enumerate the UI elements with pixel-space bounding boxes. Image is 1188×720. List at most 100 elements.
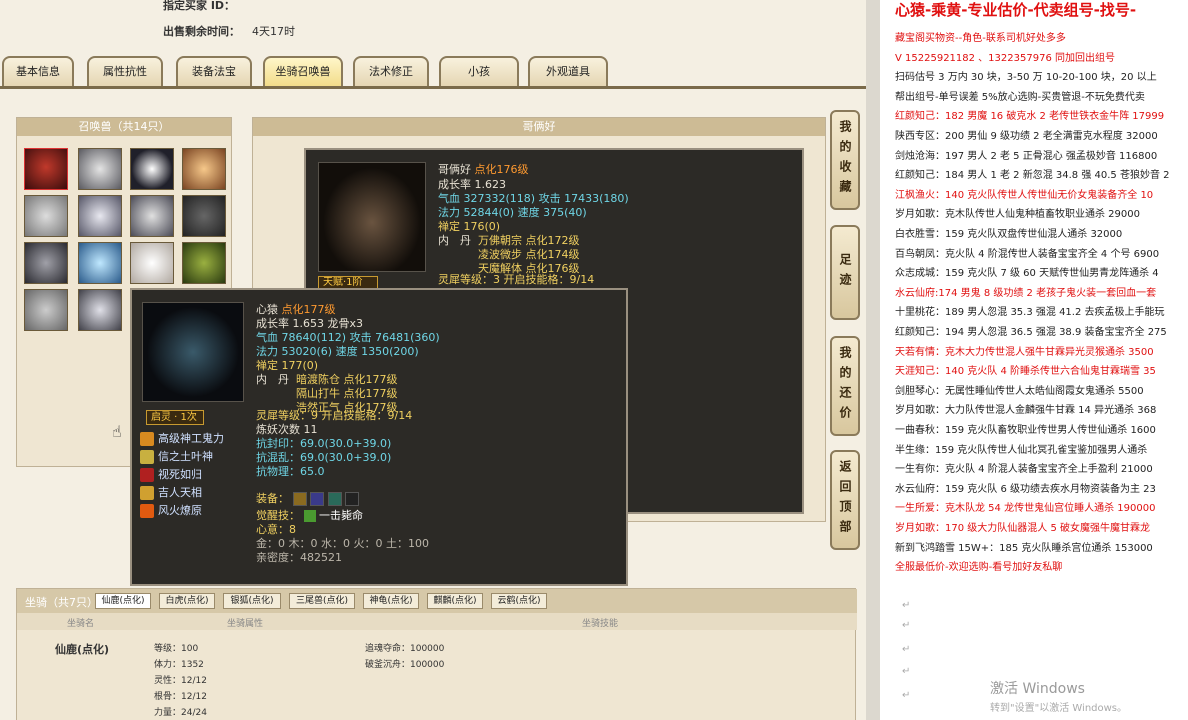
pet-slot[interactable]: [24, 242, 68, 284]
back-to-top-button[interactable]: 返回顶部: [830, 450, 860, 550]
equip-slot-icon: [345, 492, 359, 506]
juexing-icon: [303, 510, 316, 522]
tt-front-header: 心猿 点化177级: [256, 303, 336, 316]
tt-back-header: 哥俩好 点化176级: [438, 163, 529, 176]
doc-line: 藏宝阁买物资--角色-联系司机好处多多: [895, 33, 1066, 44]
col-mount-skill: 坐骑技能: [582, 619, 619, 629]
skill-icon: [140, 450, 154, 464]
tt-back-neidan: 凌波微步 点化174级: [478, 248, 580, 261]
col-mount-name: 坐骑名: [67, 619, 95, 629]
skill-item: 吉人天相: [140, 484, 202, 501]
mount-header: 坐骑（共7只）: [25, 596, 98, 609]
skill-icon: [140, 486, 154, 500]
pet-slot[interactable]: [78, 289, 122, 331]
tab-attr-resist[interactable]: 属性抗性: [87, 56, 163, 86]
activation-watermark-sub: 转到"设置"以激活 Windows。: [990, 703, 1128, 714]
tt-front-mp: 法力 53020(6) 速度 1350(200): [256, 345, 419, 358]
pet-slot[interactable]: [78, 242, 122, 284]
doc-line: 一生有你：克火队 4 阶混人装备宝宝齐全上手盈利 21000: [895, 464, 1153, 476]
tt-front-qiling: 启灵 · 1次: [146, 410, 204, 425]
tt-front-equip: 装备：: [256, 492, 359, 506]
tt-front-wuxing: 金：0 木：0 水：0 火：0 土：100: [256, 537, 429, 550]
tab-mount-summon[interactable]: 坐骑召唤兽: [263, 56, 343, 86]
doc-line: 水云仙府:174 男鬼 8 级功绩 2 老孩子鬼火装一套回血一套: [895, 287, 1157, 299]
doc-line: 红颜知己：194 男人忽混 36.5 强混 38.9 装备宝宝齐全 275: [895, 327, 1167, 338]
paragraph-mark: ↵: [902, 666, 911, 677]
mount-attr: 等级：100: [154, 644, 199, 654]
mount-tab[interactable]: 麒麟(点化): [427, 593, 483, 609]
tt-back-neidan: 万佛朝宗 点化172级: [478, 234, 580, 247]
skill-icon: [140, 432, 154, 446]
doc-line: 全服最低价-欢迎选购-看号加好友私聊: [895, 562, 1063, 574]
tab-appearance[interactable]: 外观道具: [528, 56, 608, 86]
pet-slot[interactable]: [78, 148, 122, 190]
doc-line: 剑胆琴心：无属性睡仙传世人太皓仙阁霞女鬼通杀 5500: [895, 385, 1144, 397]
doc-line: V 15225921182 、1322357976 同加回出组号: [895, 52, 1115, 64]
tt-front-zen: 禅定 177(0): [256, 359, 319, 372]
mount-tab[interactable]: 银狐(点化): [223, 593, 281, 609]
mount-tab[interactable]: 云鹤(点化): [491, 593, 547, 609]
tt-front-lingxi: 灵犀等级：9 开启技能格：9/14: [256, 409, 413, 422]
tt-front-neidan-label: 内 丹: [256, 373, 289, 386]
trade-detail-page: 指定买家 ID： 出售剩余时间： 4天17时 基本信息 属性抗性 装备法宝 坐骑召…: [0, 0, 866, 720]
doc-line: 岁月如歌：170 级大力队仙器混人 5 破女魔强牛魔甘霖龙: [895, 523, 1150, 534]
tab-spell[interactable]: 法术修正: [353, 56, 429, 86]
remain-time: 出售剩余时间： 4天17时: [163, 25, 295, 38]
pet-slot[interactable]: [182, 148, 226, 190]
my-counteroffer-button[interactable]: 我的还价: [830, 336, 860, 436]
tab-child[interactable]: 小孩: [439, 56, 519, 86]
doc-line: 天涯知己：140 克火队 4 阶睡杀传世六合仙鬼甘霖瑞雪 35: [895, 366, 1156, 378]
tt-front-resist: 抗物理：65.0: [256, 465, 325, 478]
tab-basic-info[interactable]: 基本信息: [2, 56, 74, 86]
pet-slot[interactable]: [24, 195, 68, 237]
tab-equip[interactable]: 装备法宝: [176, 56, 252, 86]
pet-slot[interactable]: [78, 195, 122, 237]
summon-portrait: [318, 162, 426, 272]
pet-slot[interactable]: [182, 195, 226, 237]
pet-slot[interactable]: [130, 195, 174, 237]
mouse-cursor-icon: ☝: [112, 422, 122, 441]
doc-line: 新到飞鸿踏雪 15W+：185 克火队睡杀宫位通杀 153000: [895, 542, 1153, 554]
tt-back-lingxi: 灵犀等级：3 开启技能格：9/14: [438, 273, 595, 286]
pet-slot[interactable]: [24, 148, 68, 190]
doc-line: 众志成城：159 克火队 7 级 60 天赋传世仙男青龙阵通杀 4: [895, 268, 1159, 280]
doc-line: 一生所爱：克木队龙 54 龙传世鬼仙宫位睡人通杀 190000: [895, 503, 1156, 515]
paragraph-mark: ↵: [902, 644, 911, 655]
buyer-id-label: 指定买家 ID：: [163, 0, 236, 12]
mount-tab[interactable]: 白虎(点化): [159, 593, 215, 609]
mount-attr: 力量：24/24: [154, 708, 207, 718]
mount-tab[interactable]: 三尾兽(点化): [289, 593, 355, 609]
tab-divider: [0, 86, 866, 89]
doc-line: 水云仙府：159 克火队 6 级功绩去疾水月物资装备为主 23: [895, 483, 1156, 495]
my-favorites-button[interactable]: 我的收藏: [830, 110, 860, 210]
doc-line: 岁月如歌：克木队传世人仙鬼种植畜牧职业通杀 29000: [895, 209, 1140, 221]
pet-slot[interactable]: [24, 289, 68, 331]
summon-detail-title: 哥俩好: [253, 118, 825, 136]
window-divider: [866, 0, 880, 720]
equip-slot-icon: [310, 492, 324, 506]
pet-slot[interactable]: [130, 242, 174, 284]
skill-item: 风火燎原: [140, 502, 202, 519]
tt-front-qinmi: 亲密度：482521: [256, 551, 342, 564]
skill-icon: [140, 504, 154, 518]
tt-front-hp: 气血 78640(112) 攻击 76481(360): [256, 331, 440, 344]
mount-skill: 破釜沉舟：100000: [365, 660, 445, 670]
mount-tab[interactable]: 仙鹿(点化): [95, 593, 151, 609]
tt-back-zen: 禅定 176(0): [438, 220, 501, 233]
skill-item: 视死如归: [140, 466, 202, 483]
pet-slot[interactable]: [130, 148, 174, 190]
doc-line: 帮出组号-单号误差 5%放心选购-买贵管退-不玩免费代卖: [895, 91, 1145, 103]
tt-back-hp: 气血 327332(118) 攻击 17433(180): [438, 192, 629, 205]
tt-front-lianyao: 炼妖次数 11: [256, 423, 318, 436]
mount-attr: 灵性：12/12: [154, 676, 207, 686]
summon-list-title: 召唤兽（共14只）: [17, 118, 231, 136]
doc-line: 岁月如歌：大力队传世混人金麟强牛甘霖 14 异光通杀 368: [895, 405, 1157, 417]
ad-document: 心猿-乘黄-专业估价-代卖组号-找号- 藏宝阁买物资--角色-联系司机好处多多 V…: [880, 0, 1188, 720]
mount-tab[interactable]: 神龟(点化): [363, 593, 419, 609]
doc-title: 心猿-乘黄-专业估价-代卖组号-找号-: [895, 1, 1137, 19]
skill-item: 信之土叶神: [140, 448, 213, 465]
footprint-button[interactable]: 足迹: [830, 225, 860, 320]
pet-slot[interactable]: [182, 242, 226, 284]
mount-panel: 坐骑（共7只） 仙鹿(点化) 白虎(点化) 银狐(点化) 三尾兽(点化) 神龟(…: [16, 588, 857, 720]
doc-line: 红颜知己：184 男人 1 老 2 新忽混 34.8 强 40.5 苍狼妙音 2: [895, 170, 1170, 182]
